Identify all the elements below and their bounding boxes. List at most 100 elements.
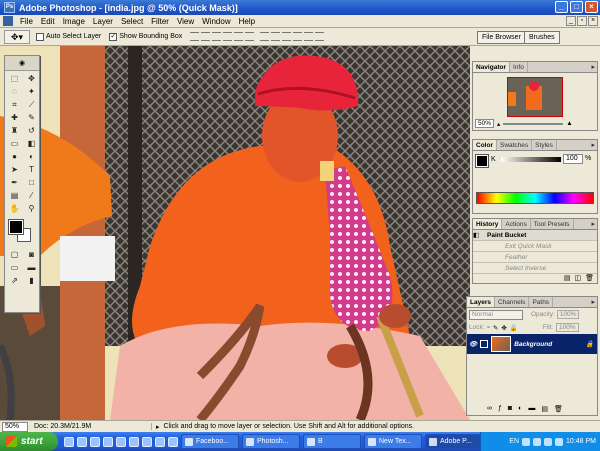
dodge-tool-icon[interactable]: ◐ — [24, 151, 39, 163]
menu-window[interactable]: Window — [198, 17, 234, 26]
zoom-slider[interactable] — [503, 122, 564, 125]
navigator-zoom-field[interactable]: 50% — [475, 119, 495, 128]
show-bbox-checkbox[interactable]: ✓ — [109, 32, 118, 41]
taskbar-item-photoshop[interactable]: Photosh... — [242, 434, 300, 449]
doc-minimize-icon[interactable]: _ — [566, 16, 576, 26]
jump-to-imageready-icon[interactable]: ⇗ — [7, 275, 22, 287]
quick-mask-mode-icon[interactable]: ◙ — [24, 249, 39, 261]
distribute-icon[interactable] — [282, 32, 292, 41]
lock-position-icon[interactable]: ✥ — [501, 324, 506, 332]
fill-field[interactable]: 100% — [555, 323, 579, 332]
tab-tool-presets[interactable]: Tool Presets — [531, 219, 574, 229]
auto-select-checkbox[interactable] — [36, 32, 44, 41]
blur-tool-icon[interactable]: ● — [7, 151, 22, 163]
quick-launch-icon[interactable] — [155, 436, 165, 447]
status-zoom-field[interactable]: 50% — [2, 421, 28, 432]
distribute-icon[interactable] — [315, 32, 325, 41]
marquee-tool-icon[interactable]: ⬚ — [7, 73, 22, 85]
magic-wand-icon[interactable]: ✦ — [24, 86, 39, 98]
screen-mode-icon[interactable]: ▬ — [24, 262, 39, 274]
type-tool-icon[interactable]: T — [24, 164, 39, 176]
quick-launch-icon[interactable] — [168, 436, 178, 447]
opacity-field[interactable]: 100% — [556, 310, 580, 319]
hand-tool-icon[interactable]: ✋ — [7, 203, 22, 215]
quick-launch-icon[interactable] — [77, 436, 87, 447]
zoom-tool-icon[interactable]: ⚲ — [24, 203, 39, 215]
quick-launch-icon[interactable] — [64, 436, 74, 447]
navigator-thumbnail[interactable] — [507, 77, 563, 117]
shape-tool-icon[interactable]: □ — [24, 177, 39, 189]
layer-link-icon[interactable] — [480, 340, 489, 348]
align-icon[interactable] — [245, 32, 255, 41]
language-indicator[interactable]: EN — [509, 438, 519, 445]
toolbox-header[interactable]: ◉ — [5, 56, 39, 71]
trash-icon[interactable]: 🗑 — [585, 274, 594, 282]
panel-menu-icon[interactable]: ▸ — [591, 63, 595, 71]
adjustment-layer-icon[interactable]: ◐ — [518, 405, 522, 413]
doc-restore-icon[interactable]: ▫ — [577, 16, 587, 26]
taskbar-item-adobe-photoshop[interactable]: Adobe P... — [425, 434, 483, 449]
notes-tool-icon[interactable]: ▤ — [7, 190, 22, 202]
history-state[interactable]: Feather — [473, 252, 597, 263]
crop-tool-icon[interactable]: ⌗ — [7, 99, 22, 111]
lock-image-icon[interactable]: ✎ — [493, 324, 498, 332]
show-bbox-option[interactable]: ✓ Show Bounding Box — [109, 32, 182, 41]
file-browser-tab[interactable]: File Browser — [477, 31, 526, 44]
history-state[interactable]: Select Inverse — [473, 263, 597, 274]
start-button[interactable]: start — [0, 432, 58, 451]
tab-info[interactable]: Info — [510, 62, 528, 72]
taskbar-item-facebook[interactable]: Faceboo... — [181, 434, 239, 449]
panel-menu-icon[interactable]: ▸ — [591, 220, 595, 228]
document-canvas[interactable] — [0, 46, 470, 420]
menu-filter[interactable]: Filter — [147, 17, 173, 26]
tab-color[interactable]: Color — [473, 140, 497, 150]
menu-file[interactable]: File — [16, 17, 37, 26]
new-snapshot-icon[interactable]: ◫ — [574, 274, 581, 282]
k-value-field[interactable]: 100 — [563, 154, 583, 164]
brushes-tab[interactable]: Brushes — [524, 31, 560, 44]
foreground-color-swatch[interactable] — [8, 219, 24, 235]
doc-close-icon[interactable]: × — [588, 16, 598, 26]
screen-mode-icon[interactable]: ▭ — [7, 262, 22, 274]
standard-mode-icon[interactable]: ▢ — [7, 249, 22, 261]
tab-navigator[interactable]: Navigator — [473, 62, 510, 72]
eyedropper-icon[interactable]: ⁄ — [24, 190, 39, 202]
eraser-tool-icon[interactable]: ▭ — [7, 138, 22, 150]
taskbar-item-notepad[interactable]: New Tex... — [364, 434, 422, 449]
tray-icon[interactable] — [533, 437, 542, 446]
quick-launch-icon[interactable] — [116, 436, 126, 447]
history-state[interactable]: ◧ Paint Bucket — [473, 230, 597, 241]
layer-row-background[interactable]: 👁 Background 🔒 — [467, 334, 597, 354]
clock[interactable]: 10:48 PM — [566, 438, 596, 445]
menu-view[interactable]: View — [173, 17, 198, 26]
distribute-icon[interactable] — [304, 32, 314, 41]
align-icon[interactable] — [234, 32, 244, 41]
tab-history[interactable]: History — [473, 219, 503, 229]
stamp-tool-icon[interactable]: ♜ — [7, 125, 22, 137]
distribute-icon[interactable] — [271, 32, 281, 41]
distribute-icon[interactable] — [293, 32, 303, 41]
tab-swatches[interactable]: Swatches — [497, 140, 533, 150]
tab-paths[interactable]: Paths — [529, 297, 554, 307]
tray-icon[interactable] — [522, 437, 531, 446]
tab-actions[interactable]: Actions — [502, 219, 531, 229]
add-mask-icon[interactable]: ◙ — [508, 405, 512, 413]
menu-help[interactable]: Help — [235, 17, 259, 26]
panel-menu-icon[interactable]: ▸ — [591, 298, 595, 306]
app-menu-icon[interactable] — [3, 16, 13, 26]
tray-icon[interactable] — [555, 437, 564, 446]
pen-tool-icon[interactable]: ✒ — [7, 177, 22, 189]
align-icon[interactable] — [223, 32, 233, 41]
slice-tool-icon[interactable]: ⟋ — [24, 99, 39, 111]
layer-style-icon[interactable]: ƒ — [498, 405, 502, 413]
path-select-icon[interactable]: ➤ — [7, 164, 22, 176]
healing-brush-icon[interactable]: ✚ — [7, 112, 22, 124]
maximize-button[interactable]: □ — [570, 1, 583, 13]
lock-all-icon[interactable]: 🔒 — [510, 324, 518, 332]
align-icon[interactable] — [190, 32, 200, 41]
brush-tool-icon[interactable]: ✎ — [24, 112, 39, 124]
new-layer-icon[interactable]: ▤ — [541, 405, 548, 413]
auto-select-option[interactable]: Auto Select Layer — [36, 32, 101, 41]
align-icon[interactable] — [201, 32, 211, 41]
lock-transparent-icon[interactable]: ▫ — [488, 324, 490, 331]
